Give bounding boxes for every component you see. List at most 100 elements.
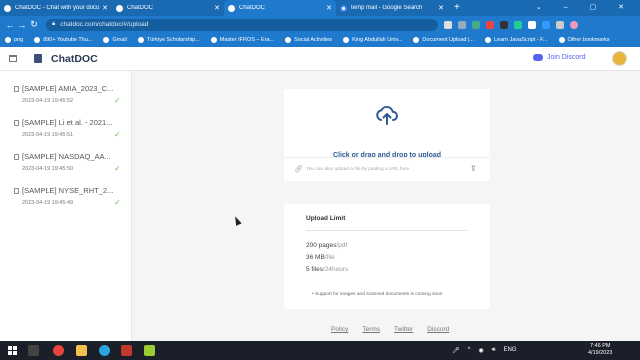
puzzle-icon[interactable]	[556, 20, 564, 29]
url-text: chatdoc.com/chatdoc/#/upload	[60, 21, 149, 28]
task-view-icon[interactable]	[28, 345, 39, 356]
bookmark[interactable]: Türkiye Scholarship...	[137, 37, 200, 43]
limit-note-text: Support for images and scanned documents…	[315, 292, 443, 297]
extension-icon[interactable]	[486, 20, 494, 29]
chatdoc-favicon-icon	[116, 4, 123, 12]
app-header: ChatDOC Join Discord	[0, 47, 640, 71]
bookmark[interactable]: Master IFROS – Era...	[210, 37, 275, 43]
extension-icon[interactable]	[458, 20, 466, 29]
browser-tab[interactable]: ChatDOC - Chat with your docum ✕	[0, 0, 112, 16]
tray-chevron-icon[interactable]: ^	[468, 347, 471, 354]
upload-url-icon[interactable]: ⇪	[470, 164, 477, 173]
extension-icon[interactable]	[444, 20, 452, 29]
bookmark-label: 890+ Youtube Thu...	[43, 37, 93, 43]
bookmark[interactable]: png	[5, 37, 23, 43]
link-icon: 🔗︎	[294, 166, 303, 173]
extension-icon[interactable]	[542, 20, 550, 29]
limit-note: • Support for images and scanned documen…	[312, 292, 443, 297]
windows-taskbar: 🎤︎ ^ ◉ 🔊︎ ENG 7:46 PM 4/19/2023	[0, 341, 640, 360]
limit-pages: 200 pages/pdf	[306, 242, 347, 249]
profile-icon[interactable]	[570, 20, 578, 29]
twitter-link[interactable]: Twitter	[394, 326, 413, 333]
close-icon[interactable]: ✕	[214, 4, 220, 12]
main-content: Click or drag and drop to upload 🔗︎ You …	[132, 71, 640, 341]
document-date: 2023-04-19 19:45:52	[22, 98, 74, 104]
volume-icon[interactable]: 🔊︎	[492, 347, 496, 354]
bookmark-icon	[34, 37, 41, 43]
address-bar[interactable]: 🔒︎ chatdoc.com/chatdoc/#/upload	[46, 18, 438, 31]
discord-link[interactable]: Discord	[427, 326, 449, 333]
url-upload-field[interactable]: 🔗︎ You can also upload a file by pasting…	[284, 157, 490, 181]
extension-icon[interactable]	[500, 20, 508, 29]
new-tab-button[interactable]: +	[454, 0, 460, 16]
taskbar-clock[interactable]: 7:46 PM 4/19/2023	[588, 343, 612, 357]
bookmark-label: Social Activities	[294, 37, 333, 43]
limit-unit: /24hours	[322, 266, 349, 273]
bookmark-label: Türkiye Scholarship...	[146, 37, 200, 43]
browser-tab[interactable]: ChatDOC ✕	[112, 0, 224, 16]
close-icon[interactable]: ✕	[102, 4, 108, 12]
document-list-item[interactable]: [SAMPLE] Li et al. - 2021... 2023-04-19 …	[0, 109, 132, 143]
document-date: 2023-04-19 19:45:50	[22, 166, 74, 172]
document-icon	[14, 120, 19, 126]
telegram-icon[interactable]	[99, 345, 110, 356]
system-tray: 🎤︎ ^ ◉ 🔊︎ ENG	[452, 347, 517, 354]
check-icon: ✓	[114, 96, 121, 105]
bookmark-label: Other bookmarks	[567, 37, 610, 43]
browser-tab[interactable]: temp mail - Google Search ✕	[336, 0, 448, 16]
bookmark[interactable]: Learn JavaScript - F...	[485, 37, 548, 43]
bookmark-label: Master IFROS – Era...	[219, 37, 275, 43]
bookmark[interactable]: Gmail	[103, 37, 127, 43]
close-icon[interactable]: ✕	[438, 4, 444, 12]
language-indicator[interactable]: ENG	[503, 347, 516, 354]
avatar[interactable]	[612, 51, 627, 66]
tab-title: ChatDOC	[239, 5, 266, 11]
bookmark[interactable]: Social Activities	[285, 37, 332, 43]
bookmark[interactable]: King Abdullah Univ...	[343, 37, 402, 43]
browser-tab-active[interactable]: ChatDOC ✕	[224, 0, 336, 16]
bookmark-icon	[210, 37, 217, 43]
microphone-icon[interactable]: 🎤︎	[452, 347, 460, 354]
upload-limit-title: Upload Limit	[306, 215, 346, 222]
bookmark-label: Document Upload |...	[422, 37, 474, 43]
limit-unit: /file	[324, 254, 335, 261]
document-icon	[14, 154, 19, 160]
close-icon[interactable]: ✕	[326, 4, 332, 12]
upload-limit-card: Upload Limit 200 pages/pdf 36 MB/file 5 …	[284, 204, 490, 309]
bookmark[interactable]: Document Upload |...	[413, 37, 474, 43]
extension-icon[interactable]	[472, 20, 480, 29]
forward-icon[interactable]: →	[16, 20, 28, 30]
document-list-item[interactable]: [SAMPLE] NASDAQ_AA... 2023-04-19 19:45:5…	[0, 143, 132, 177]
limit-files: 5 files/24hours	[306, 266, 348, 273]
extension-icon[interactable]	[514, 20, 522, 29]
reload-icon[interactable]: ↻	[28, 19, 40, 30]
bookmark-label: Gmail	[112, 37, 127, 43]
chrome-icon[interactable]	[53, 345, 64, 356]
join-discord-button[interactable]: Join Discord	[533, 54, 586, 61]
window-controls[interactable]: ⌄ – ▢ ✕	[536, 3, 634, 11]
document-list-item[interactable]: [SAMPLE] AMIA_2023_C... 2023-04-19 19:45…	[0, 75, 132, 109]
document-name: [SAMPLE] NYSE_RHT_2...	[22, 186, 114, 195]
policy-link[interactable]: Policy	[331, 326, 348, 333]
extension-icon[interactable]	[528, 20, 536, 29]
terms-link[interactable]: Terms	[362, 326, 380, 333]
document-icon	[14, 86, 19, 92]
windows-start-icon[interactable]	[8, 346, 17, 355]
back-icon[interactable]: ←	[4, 20, 16, 30]
url-upload-placeholder: You can also upload a file by pasting a …	[306, 167, 410, 172]
app-icon[interactable]	[144, 345, 155, 356]
document-name: [SAMPLE] NASDAQ_AA...	[22, 152, 111, 161]
home-icon[interactable]	[9, 55, 17, 62]
cloud-upload-icon	[376, 106, 398, 125]
document-date: 2023-04-19 19:45:51	[22, 132, 74, 138]
file-explorer-icon[interactable]	[76, 345, 87, 356]
document-name: [SAMPLE] AMIA_2023_C...	[22, 84, 114, 93]
bookmark[interactable]: 890+ Youtube Thu...	[34, 37, 92, 43]
bookmark-folder[interactable]: Other bookmarks	[558, 37, 610, 43]
browser-tab-strip: ChatDOC - Chat with your docum ✕ ChatDOC ✕…	[0, 0, 640, 16]
document-icon	[14, 188, 19, 194]
app-icon[interactable]	[121, 345, 132, 356]
limit-size: 36 MB/file	[306, 254, 335, 261]
network-icon[interactable]: ◉	[478, 347, 483, 354]
document-list-item[interactable]: [SAMPLE] NYSE_RHT_2... 2023-04-19 19:45:…	[0, 177, 132, 211]
